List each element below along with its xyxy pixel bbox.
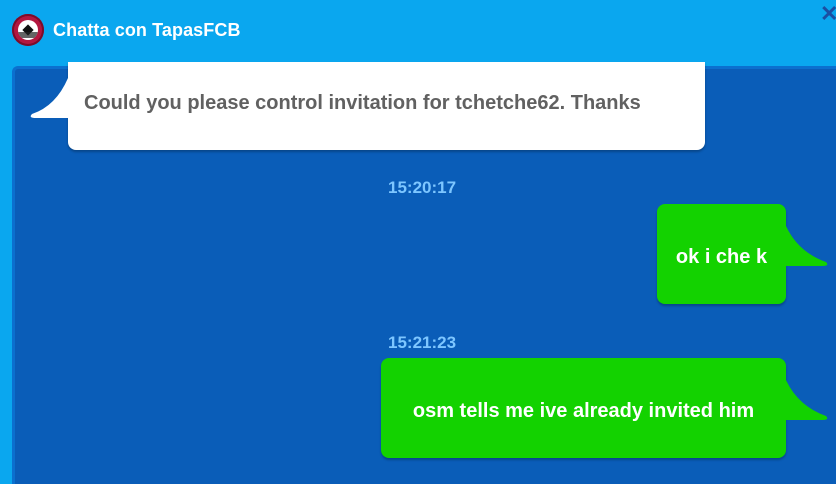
outgoing-message: osm tells me ive already invited him: [381, 358, 828, 458]
outgoing-message: ok i che k: [657, 204, 828, 304]
avatar[interactable]: [12, 14, 44, 46]
message-text: ok i che k: [675, 246, 768, 268]
incoming-message: Could you please control invitation for …: [30, 62, 705, 150]
bubble-tail-icon: [778, 226, 828, 266]
message-text: osm tells me ive already invited him: [412, 400, 755, 422]
message-timestamp: 15:21:23: [388, 333, 457, 352]
message-text: Could you please control invitation for …: [84, 92, 641, 114]
message-timestamp: 15:20:17: [388, 178, 457, 197]
close-icon[interactable]: ✕: [820, 3, 836, 25]
chat-header: Chatta con TapasFCB ✕: [0, 0, 836, 64]
chat-window: Chatta con TapasFCB ✕ Could you please c…: [0, 0, 836, 484]
bubble-tail-icon: [778, 380, 828, 420]
bubble-tail-icon: [30, 78, 76, 118]
chat-title: Chatta con TapasFCB: [53, 20, 241, 40]
soccer-ball-icon: [18, 20, 38, 40]
